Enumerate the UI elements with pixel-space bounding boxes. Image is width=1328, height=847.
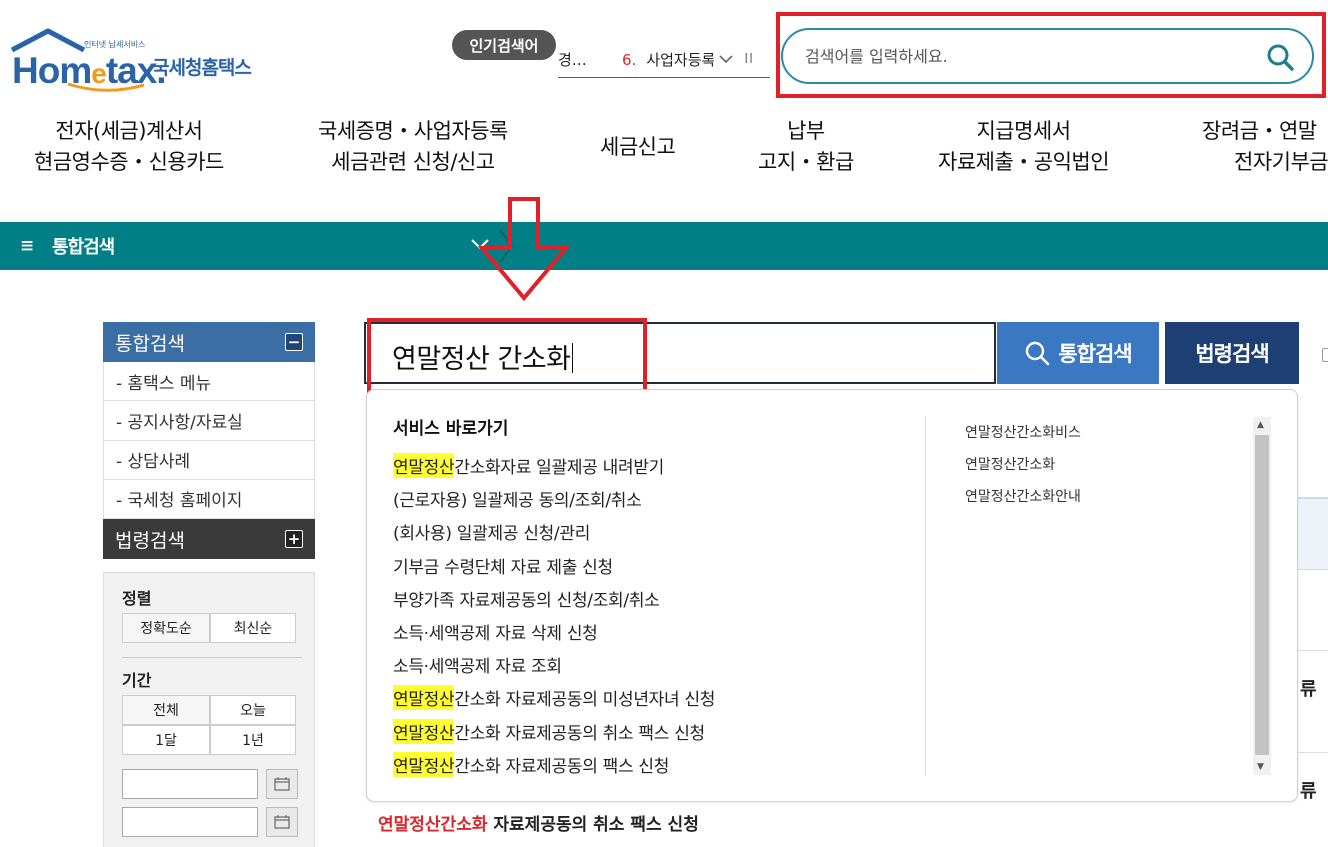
- keyword-suggestion-item[interactable]: 연말정산간소화비스: [965, 416, 1081, 448]
- suggestion-item[interactable]: 소득·세액공제 자료 조회: [393, 648, 715, 681]
- law-search-button[interactable]: 법령검색: [1165, 322, 1299, 384]
- scroll-down-icon[interactable]: ▼: [1257, 762, 1264, 772]
- scrollbar-thumb[interactable]: [1255, 435, 1269, 755]
- keyword-suggestion-item[interactable]: 연말정산간소화안내: [965, 480, 1081, 512]
- left-section-title: 통합검색: [115, 332, 185, 355]
- calendar-icon[interactable]: [266, 769, 298, 799]
- end-date-input[interactable]: [122, 807, 258, 837]
- scroll-up-icon[interactable]: ▲: [1257, 420, 1264, 430]
- suggestion-item[interactable]: 연말정산 간소화 자료제공동의 미성년자녀 신청: [393, 681, 715, 714]
- left-section-law-search[interactable]: 법령검색 +: [103, 519, 315, 559]
- nav-item-incentive-yearend[interactable]: 장려금・연말 전자기부금: [1202, 116, 1328, 178]
- popular-keywords-badge: 인기검색어: [452, 30, 556, 60]
- suggestion-item[interactable]: 기부금 수령단체 자료 제출 신청: [393, 549, 715, 582]
- search-filter-box: 정렬 정확도순 최신순 기간 전체 오늘 1달 1년: [103, 572, 315, 847]
- keyword-suggestion-list: 연말정산간소화비스 연말정산간소화 연말정산간소화안내: [965, 416, 1081, 512]
- integrated-search-button[interactable]: 통합검색: [997, 322, 1159, 384]
- annotation-arrow-down-icon: [478, 197, 570, 302]
- left-section-title: 법령검색: [115, 529, 185, 552]
- nav-item-tax-filing[interactable]: 세금신고: [600, 132, 676, 163]
- annotation-highlight-box-top-search: [776, 12, 1326, 98]
- period-1month-button[interactable]: 1달: [122, 725, 210, 755]
- logo-tagline: 인터넷 납세서비스: [84, 40, 146, 49]
- location-bar: ≡ 통합검색: [0, 222, 1328, 270]
- sort-latest-button[interactable]: 최신순: [210, 613, 296, 643]
- scope-item-notices[interactable]: - 공지사항/자료실: [104, 401, 314, 441]
- house-roof-icon: [10, 28, 86, 52]
- service-shortcut-list: 연말정산 간소화자료 일괄제공 내려받기 (근로자용) 일괄제공 동의/조회/취…: [393, 449, 715, 781]
- logo-korean-name: 국세청홈택스: [152, 57, 252, 79]
- result-title-link[interactable]: 연말정산간소화 자료제공동의 취소 팩스 신청: [378, 810, 699, 835]
- result-text-fragment: 류: [1300, 781, 1317, 802]
- dropdown-divider: [925, 416, 926, 776]
- result-header-strip: [1298, 498, 1328, 570]
- period-label: 기간: [122, 671, 152, 690]
- scope-item-consultation[interactable]: - 상담사례: [104, 441, 314, 480]
- popular-keyword-link[interactable]: 사업자등록: [646, 49, 714, 70]
- logo-swoosh-icon: [67, 82, 145, 92]
- left-search-scope-list: - 홈택스 메뉴 - 공지사항/자료실 - 상담사례 - 국세청 홈페이지: [103, 362, 315, 519]
- scope-item-hometax-menu[interactable]: - 홈택스 메뉴: [104, 362, 314, 402]
- suggestion-item[interactable]: 연말정산 간소화 자료제공동의 팩스 신청: [393, 748, 715, 781]
- menu-icon[interactable]: ≡: [20, 236, 34, 256]
- left-section-integrated-search[interactable]: 통합검색 −: [103, 322, 315, 362]
- hometax-logo[interactable]: 인터넷 납세서비스 Hometax. 국세청홈택스: [6, 28, 276, 94]
- suggestion-item[interactable]: 연말정산 간소화 자료제공동의 취소 팩스 신청: [393, 715, 715, 748]
- period-today-button[interactable]: 오늘: [210, 695, 296, 725]
- main-navigation: 전자(세금)계산서 현금영수증・신용카드 국세증명・사업자등록 세금관련 신청/신고…: [0, 116, 1328, 186]
- pause-icon[interactable]: II: [744, 52, 754, 67]
- suggestion-item[interactable]: 연말정산 간소화자료 일괄제공 내려받기: [393, 449, 715, 482]
- nav-item-certificate-registration[interactable]: 국세증명・사업자등록 세금관련 신청/신고: [318, 116, 508, 178]
- suggestion-item[interactable]: (근로자용) 일괄제공 동의/조회/취소: [393, 482, 715, 515]
- popular-keyword-prev: 경…: [558, 51, 587, 69]
- suggestion-item[interactable]: (회사용) 일괄제공 신청/관리: [393, 515, 715, 548]
- collapse-icon[interactable]: −: [285, 333, 303, 351]
- result-divider: [1298, 650, 1328, 651]
- scope-item-nts-homepage[interactable]: - 국세청 홈페이지: [104, 480, 314, 519]
- period-1year-button[interactable]: 1년: [210, 725, 296, 755]
- popular-keyword-rank: 6.: [622, 50, 637, 69]
- result-divider: [1298, 752, 1328, 753]
- location-title: 통합검색: [52, 237, 115, 258]
- nav-item-payment-refund[interactable]: 납부 고지・환급: [758, 116, 854, 178]
- autocomplete-dropdown: 서비스 바로가기 연말정산 간소화자료 일괄제공 내려받기 (근로자용) 일괄제…: [366, 389, 1298, 802]
- popular-keyword-ticker[interactable]: 경… 6. 사업자등록 II: [558, 42, 770, 78]
- sort-accuracy-button[interactable]: 정확도순: [122, 613, 210, 643]
- search-icon: [1026, 341, 1050, 366]
- filter-divider: [122, 657, 302, 658]
- expand-icon[interactable]: +: [285, 530, 303, 548]
- keyword-suggestion-item[interactable]: 연말정산간소화: [965, 448, 1081, 480]
- service-shortcut-title: 서비스 바로가기: [393, 419, 509, 439]
- dropdown-scrollbar[interactable]: ▲ ▼: [1253, 417, 1271, 775]
- chevron-down-icon[interactable]: [718, 52, 734, 68]
- start-date-input[interactable]: [122, 769, 258, 799]
- suggestion-item[interactable]: 부양가족 자료제공동의 신청/조회/취소: [393, 582, 715, 615]
- suggestion-item[interactable]: 소득·세액공제 자료 삭제 신청: [393, 615, 715, 648]
- sort-label: 정렬: [122, 589, 152, 608]
- checkbox-icon[interactable]: [1322, 348, 1328, 362]
- result-text-fragment: 류: [1300, 679, 1317, 700]
- nav-item-payment-statement[interactable]: 지급명세서 자료제출・공익법인: [938, 116, 1110, 178]
- period-all-button[interactable]: 전체: [122, 695, 210, 725]
- calendar-icon[interactable]: [266, 807, 298, 837]
- nav-item-e-invoice[interactable]: 전자(세금)계산서 현금영수증・신용카드: [34, 116, 224, 178]
